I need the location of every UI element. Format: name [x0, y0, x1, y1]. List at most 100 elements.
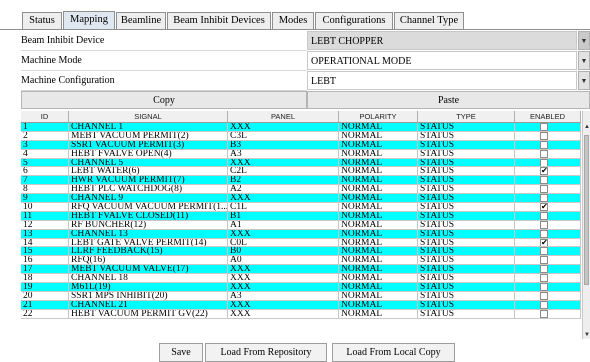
table-row[interactable]: 22 HEBT VACUUM PERMIT GV(22) XXX NORMAL STAT…: [21, 309, 581, 319]
cell-panel[interactable]: XXX: [228, 265, 339, 275]
table-row[interactable]: 18 CHANNEL 18 XXX NORMAL STATUS: [21, 274, 581, 284]
enabled-checkbox[interactable]: [540, 265, 548, 274]
cell-polarity[interactable]: NORMAL: [339, 238, 418, 248]
cell-type[interactable]: STATUS: [418, 211, 515, 221]
cell-panel[interactable]: XXX: [228, 283, 339, 292]
enabled-checkbox[interactable]: ✔: [540, 167, 548, 176]
cell-signal[interactable]: CHANNEL 1: [69, 123, 228, 132]
cell-polarity[interactable]: NORMAL: [339, 203, 418, 212]
machine-configuration-select[interactable]: LEBT: [307, 71, 577, 90]
cell-id[interactable]: 1: [21, 123, 69, 132]
cell-signal[interactable]: M61L(19): [69, 283, 228, 292]
cell-polarity[interactable]: NORMAL: [339, 220, 418, 230]
table-row[interactable]: 11 HEBT FVALVE CLOSED(11) B1 NORMAL STATUS: [21, 211, 581, 221]
cell-panel[interactable]: XXX: [228, 300, 339, 310]
table-row[interactable]: 5 CHANNEL 5 XXX NORMAL STATUS: [21, 158, 581, 168]
cell-polarity[interactable]: NORMAL: [339, 194, 418, 204]
cell-panel[interactable]: XXX: [228, 274, 339, 284]
cell-signal[interactable]: HEBT FVALVE OPEN(4): [69, 149, 228, 159]
enabled-checkbox[interactable]: [540, 291, 548, 300]
cell-polarity[interactable]: NORMAL: [339, 185, 418, 195]
enabled-checkbox[interactable]: [540, 131, 548, 140]
tab-configurations[interactable]: Configurations: [315, 12, 393, 29]
cell-id[interactable]: 16: [21, 256, 69, 266]
cell-id[interactable]: 3: [21, 140, 69, 150]
enabled-checkbox[interactable]: ✔: [540, 203, 548, 212]
cell-panel[interactable]: A2: [228, 185, 339, 195]
cell-panel[interactable]: B0: [228, 247, 339, 257]
enabled-checkbox[interactable]: [540, 220, 548, 229]
tab-modes[interactable]: Modes: [272, 12, 314, 29]
cell-type[interactable]: STATUS: [418, 274, 515, 284]
cell-id[interactable]: 8: [21, 185, 69, 195]
cell-id[interactable]: 22: [21, 309, 69, 319]
enabled-checkbox[interactable]: [540, 158, 548, 167]
cell-type[interactable]: STATUS: [418, 158, 515, 168]
cell-polarity[interactable]: NORMAL: [339, 300, 418, 310]
table-row[interactable]: 13 CHANNEL 13 XXX NORMAL STATUS: [21, 229, 581, 239]
cell-id[interactable]: 19: [21, 283, 69, 292]
tab-beam-inhibit-devices[interactable]: Beam Inhibit Devices: [167, 12, 271, 29]
enabled-checkbox[interactable]: ✔: [540, 238, 548, 247]
cell-type[interactable]: STATUS: [418, 300, 515, 310]
save-button[interactable]: Save: [159, 343, 203, 362]
enabled-checkbox[interactable]: [540, 211, 548, 220]
cell-polarity[interactable]: NORMAL: [339, 274, 418, 284]
table-row[interactable]: 2 MEBT VACUUM PERMIT(2) C3L NORMAL STATUS: [21, 131, 581, 141]
cell-type[interactable]: STATUS: [418, 185, 515, 195]
tab-mapping[interactable]: Mapping: [63, 11, 115, 30]
cell-panel[interactable]: XXX: [228, 194, 339, 204]
cell-panel[interactable]: XXX: [228, 123, 339, 132]
cell-polarity[interactable]: NORMAL: [339, 229, 418, 239]
cell-signal[interactable]: RFQ(16): [69, 256, 228, 266]
cell-polarity[interactable]: NORMAL: [339, 247, 418, 257]
enabled-checkbox[interactable]: [540, 283, 548, 292]
scrollbar-thumb[interactable]: [584, 135, 589, 285]
tab-channel-type[interactable]: Channel Type: [394, 12, 464, 29]
enabled-checkbox[interactable]: [540, 274, 548, 283]
cell-id[interactable]: 7: [21, 176, 69, 186]
cell-id[interactable]: 18: [21, 274, 69, 284]
cell-panel[interactable]: C3L: [228, 131, 339, 141]
cell-id[interactable]: 6: [21, 167, 69, 177]
table-row[interactable]: 19 M61L(19) XXX NORMAL STATUS: [21, 283, 581, 292]
cell-polarity[interactable]: NORMAL: [339, 176, 418, 186]
table-row[interactable]: 20 SSR1 MPS INHIBIT(20) A3 NORMAL STATUS: [21, 291, 581, 301]
cell-id[interactable]: 4: [21, 149, 69, 159]
cell-type[interactable]: STATUS: [418, 256, 515, 266]
cell-polarity[interactable]: NORMAL: [339, 291, 418, 301]
column-header-id[interactable]: ID: [21, 111, 69, 122]
table-row[interactable]: 8 HEBT PLC WATCHDOG(8) A2 NORMAL STATUS: [21, 185, 581, 195]
cell-polarity[interactable]: NORMAL: [339, 158, 418, 168]
cell-id[interactable]: 20: [21, 291, 69, 301]
cell-signal[interactable]: HEBT FVALVE CLOSED(11): [69, 211, 228, 221]
table-row[interactable]: 9 CHANNEL 9 XXX NORMAL STATUS: [21, 194, 581, 204]
cell-signal[interactable]: HWR VACUUM PERMIT(7): [69, 176, 228, 186]
cell-id[interactable]: 5: [21, 158, 69, 168]
cell-id[interactable]: 11: [21, 211, 69, 221]
cell-id[interactable]: 12: [21, 220, 69, 230]
cell-type[interactable]: STATUS: [418, 194, 515, 204]
cell-type[interactable]: STATUS: [418, 131, 515, 141]
enabled-checkbox[interactable]: [540, 140, 548, 149]
enabled-checkbox[interactable]: [540, 247, 548, 256]
cell-polarity[interactable]: NORMAL: [339, 149, 418, 159]
cell-id[interactable]: 10: [21, 203, 69, 212]
cell-signal[interactable]: CHANNEL 5: [69, 158, 228, 168]
cell-panel[interactable]: B1: [228, 211, 339, 221]
table-row[interactable]: 17 MEBT VACUUM VALVE(17) XXX NORMAL STATUS: [21, 265, 581, 275]
cell-type[interactable]: STATUS: [418, 176, 515, 186]
load-from-repository-button[interactable]: Load From Repository: [205, 343, 327, 362]
cell-signal[interactable]: SSR1 MPS INHIBIT(20): [69, 291, 228, 301]
cell-type[interactable]: STATUS: [418, 229, 515, 239]
table-row[interactable]: 4 HEBT FVALVE OPEN(4) A3 NORMAL STATUS: [21, 149, 581, 159]
cell-panel[interactable]: B2: [228, 176, 339, 186]
cell-type[interactable]: STATUS: [418, 247, 515, 257]
cell-id[interactable]: 14: [21, 238, 69, 248]
cell-id[interactable]: 21: [21, 300, 69, 310]
cell-signal[interactable]: MEBT VACUUM PERMIT(2): [69, 131, 228, 141]
scroll-down-icon[interactable]: ▼: [583, 331, 590, 339]
cell-signal[interactable]: HEBT VACUUM PERMIT GV(22): [69, 309, 228, 319]
tab-status[interactable]: Status: [22, 12, 62, 29]
cell-id[interactable]: 15: [21, 247, 69, 257]
